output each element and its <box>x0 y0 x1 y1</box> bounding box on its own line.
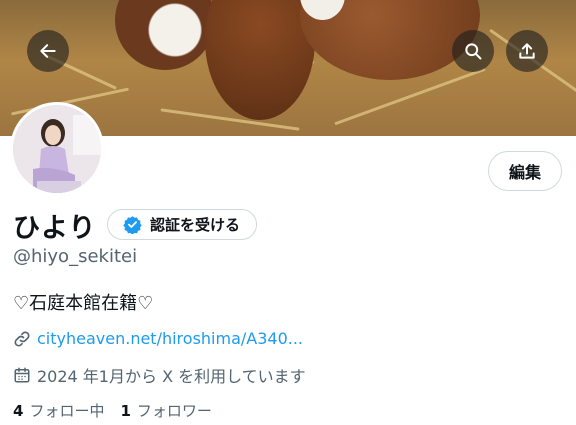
back-button[interactable] <box>27 30 69 72</box>
profile-link[interactable]: cityheaven.net/hiroshima/A340... <box>37 329 303 348</box>
joined-date-row: 2024 年1月から X を利用しています <box>13 363 306 387</box>
get-verified-button[interactable]: 認証を受ける <box>107 209 258 240</box>
followers-count: 1 <box>120 402 131 420</box>
joined-date: 2024 年1月から X を利用しています <box>37 367 306 386</box>
avatar[interactable] <box>10 102 104 196</box>
search-icon <box>465 43 482 60</box>
followers-link[interactable]: 1 フォロワー <box>120 400 211 421</box>
following-label: フォロー中 <box>29 402 105 420</box>
followers-label: フォロワー <box>136 402 212 420</box>
get-verified-label: 認証を受ける <box>150 216 241 234</box>
back-arrow-icon <box>40 44 56 58</box>
edit-profile-button[interactable]: 編集 <box>488 151 562 191</box>
profile-bio: ♡石庭本館在籍♡ <box>13 293 154 314</box>
display-name: ひより <box>13 213 97 244</box>
profile-link-row: cityheaven.net/hiroshima/A340... <box>13 329 303 348</box>
avatar-photo <box>13 105 101 193</box>
user-handle: @hiyo_sekitei <box>13 246 138 267</box>
share-button[interactable] <box>506 30 548 72</box>
search-button[interactable] <box>452 30 494 72</box>
banner-guinea-pig <box>205 0 315 120</box>
share-icon <box>519 43 535 59</box>
follow-stats: 4 フォロー中 1 フォロワー <box>13 400 212 421</box>
following-count: 4 <box>13 402 24 420</box>
link-icon <box>14 331 30 346</box>
calendar-icon <box>14 367 30 383</box>
banner-guinea-pig <box>115 0 215 70</box>
verified-badge-icon <box>123 216 142 234</box>
edit-profile-label: 編集 <box>508 163 541 182</box>
following-link[interactable]: 4 フォロー中 <box>13 400 104 421</box>
